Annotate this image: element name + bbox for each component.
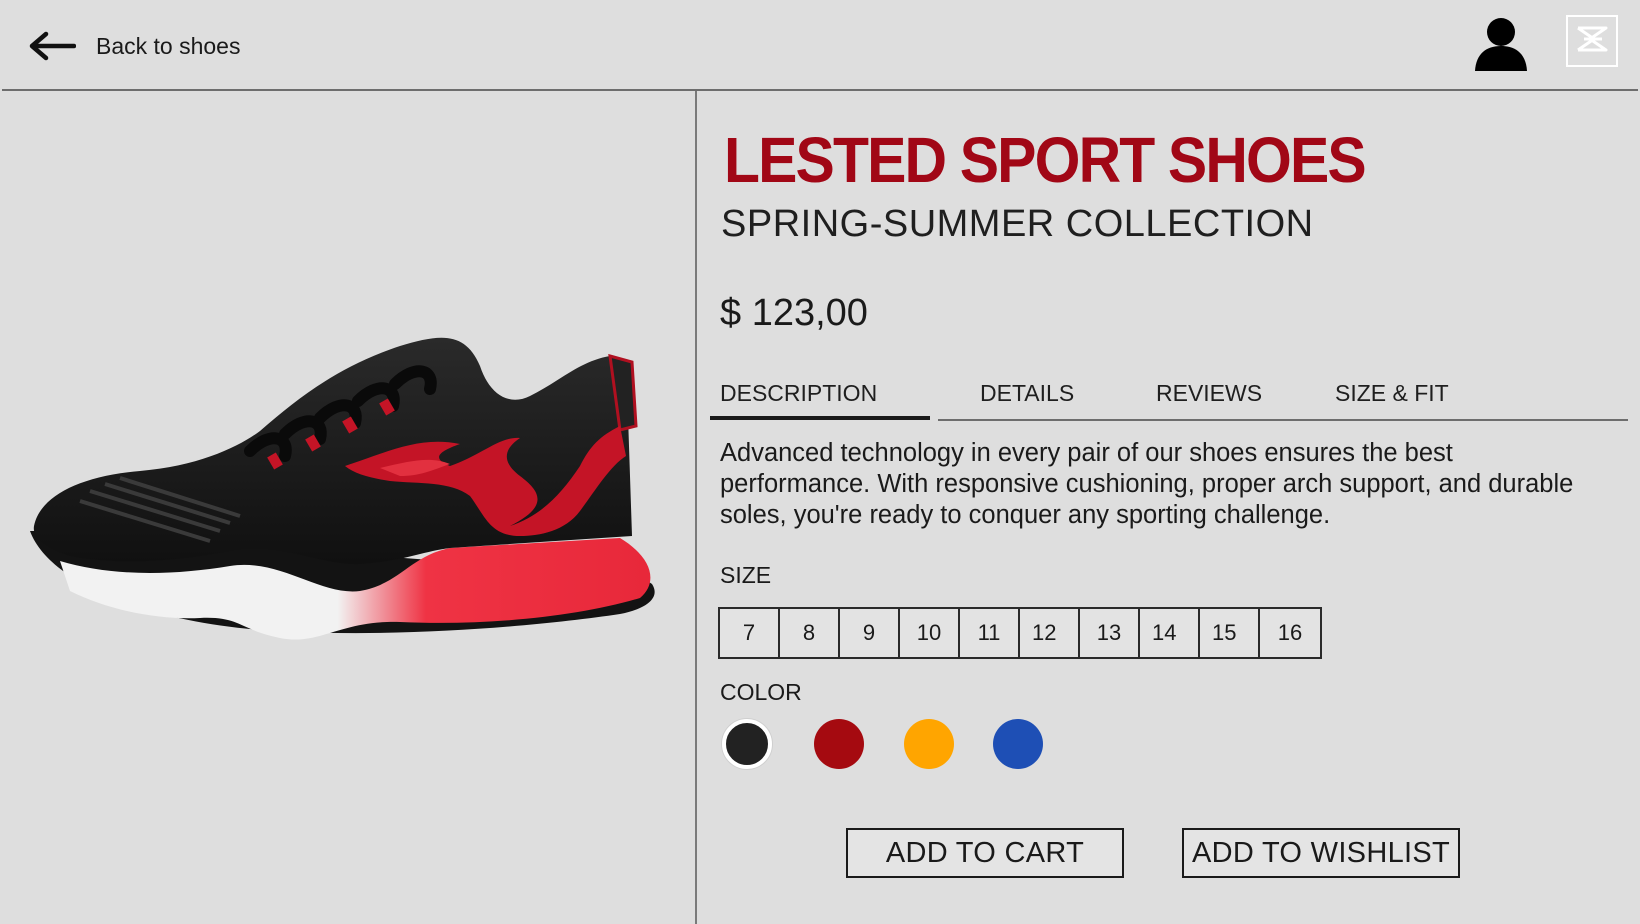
- size-option[interactable]: 10: [900, 609, 960, 657]
- color-swatch-red[interactable]: [814, 719, 864, 769]
- product-description: Advanced technology in every pair of our…: [720, 439, 1574, 529]
- size-option[interactable]: 14: [1140, 609, 1200, 657]
- app-logo-icon: [1575, 24, 1609, 59]
- size-option[interactable]: 11: [960, 609, 1020, 657]
- tab-divider: [938, 419, 1628, 421]
- size-option[interactable]: 9: [840, 609, 900, 657]
- color-swatch-black[interactable]: [722, 719, 772, 769]
- product-tabs: DESCRIPTION DETAILS REVIEWS SIZE & FIT: [710, 372, 1628, 422]
- product-title: LESTED SPORT SHOES: [724, 124, 1367, 196]
- size-label: SIZE: [720, 562, 772, 588]
- tab-description[interactable]: DESCRIPTION: [720, 378, 877, 408]
- arrow-left-icon: [28, 31, 76, 61]
- product-subtitle: SPRING-SUMMER COLLECTION: [721, 203, 1314, 245]
- add-to-wishlist-button[interactable]: ADD TO WISHLIST: [1182, 828, 1460, 878]
- tab-size-fit[interactable]: SIZE & FIT: [1335, 378, 1449, 408]
- product-image: [20, 326, 666, 692]
- size-option[interactable]: 7: [720, 609, 780, 657]
- tab-details[interactable]: DETAILS: [980, 378, 1074, 408]
- back-to-shoes-link[interactable]: Back to shoes: [28, 24, 240, 68]
- active-tab-indicator: [710, 416, 930, 420]
- add-to-cart-button[interactable]: ADD TO CART: [846, 828, 1124, 878]
- size-option[interactable]: 15: [1200, 609, 1260, 657]
- size-option[interactable]: 16: [1260, 609, 1320, 657]
- color-swatch-blue[interactable]: [993, 719, 1043, 769]
- user-icon[interactable]: [1474, 16, 1528, 72]
- header-divider: [2, 89, 1638, 91]
- size-option[interactable]: 13: [1080, 609, 1140, 657]
- size-option[interactable]: 8: [780, 609, 840, 657]
- color-swatch-yellow[interactable]: [904, 719, 954, 769]
- tab-reviews[interactable]: REVIEWS: [1156, 378, 1262, 408]
- size-option[interactable]: 12: [1020, 609, 1080, 657]
- menu-button[interactable]: [1566, 15, 1618, 67]
- color-label: COLOR: [720, 679, 802, 705]
- product-price: $ 123,00: [720, 292, 868, 334]
- size-selector: 7 8 9 10 11 12 13 14 15 16: [718, 607, 1322, 659]
- panel-divider: [695, 91, 697, 924]
- back-label: Back to shoes: [96, 32, 241, 59]
